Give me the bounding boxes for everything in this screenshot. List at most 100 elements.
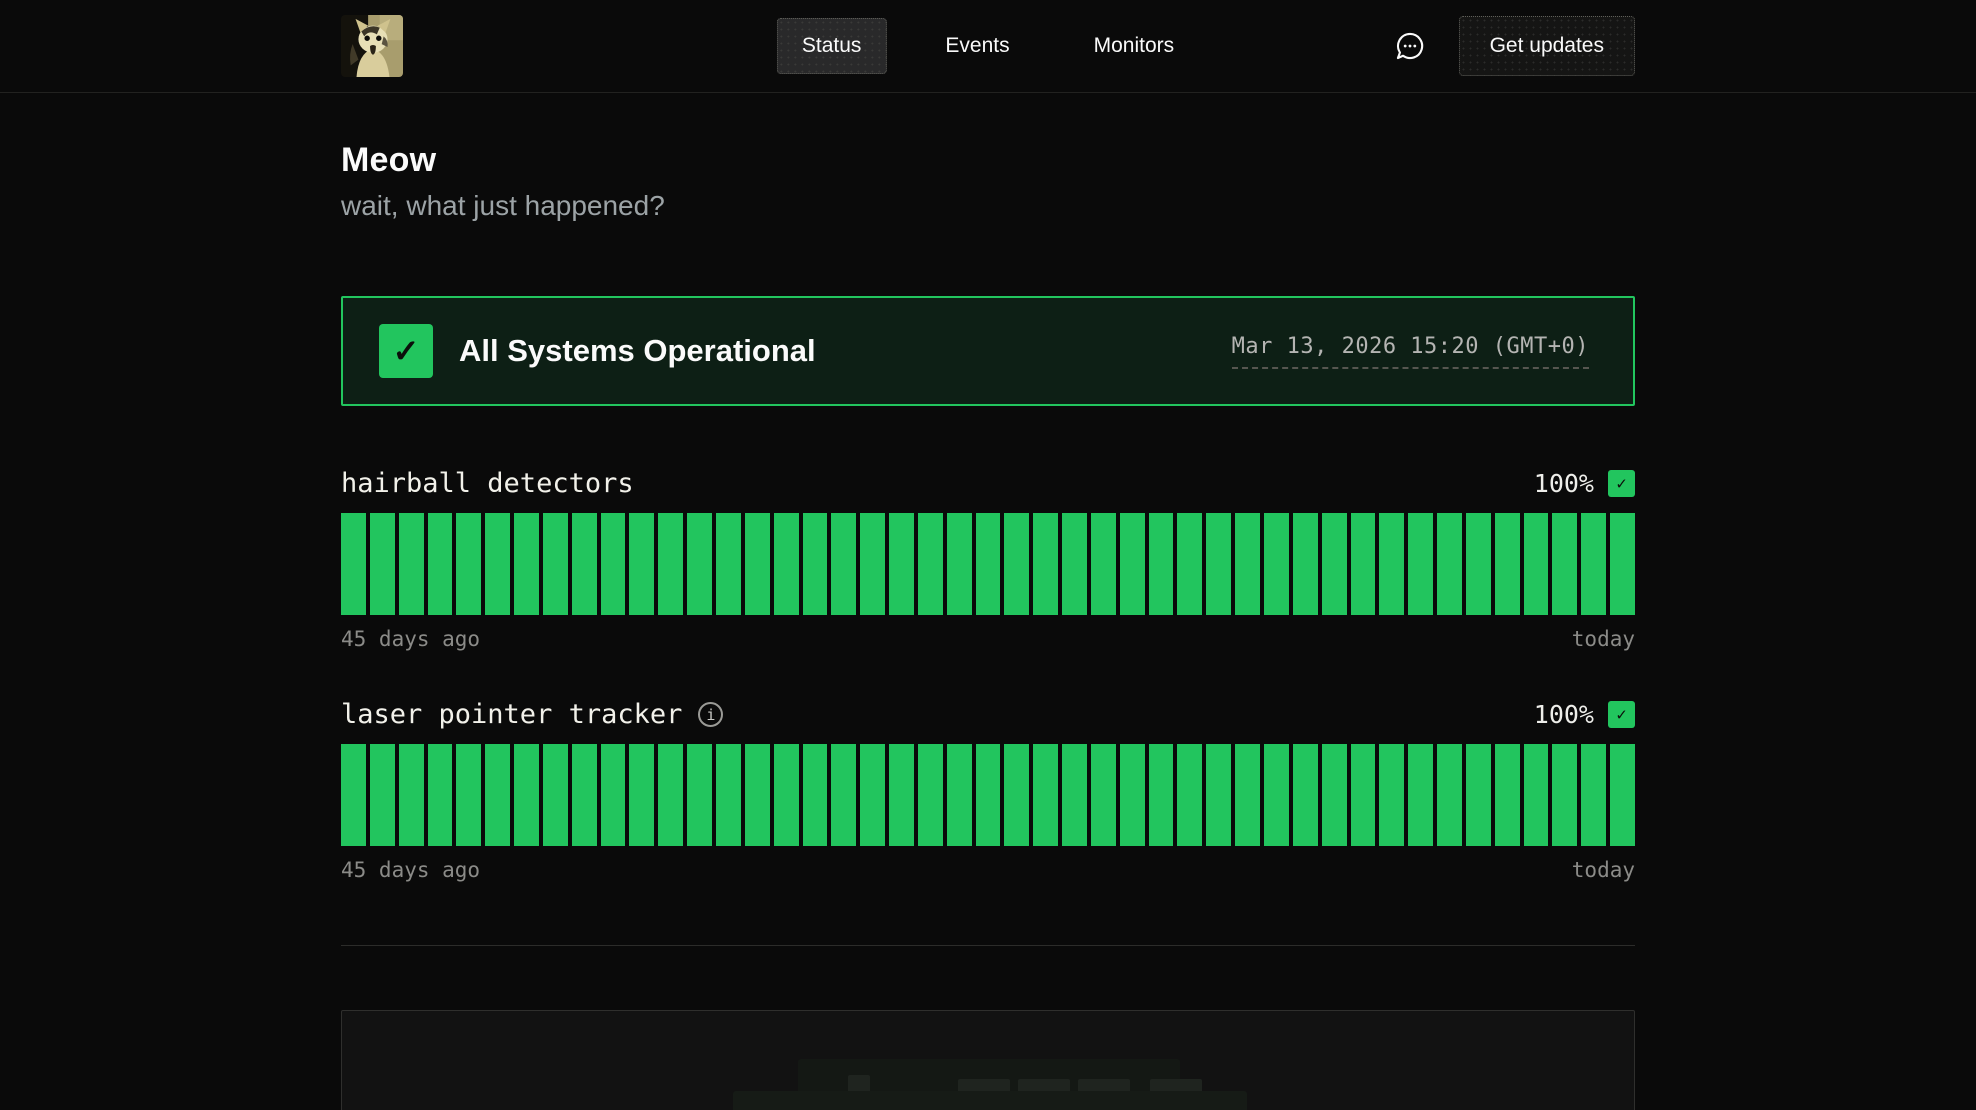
uptime-day-bar[interactable]	[1408, 744, 1433, 846]
uptime-day-bar[interactable]	[1610, 513, 1635, 615]
uptime-day-bar[interactable]	[803, 744, 828, 846]
uptime-day-bar[interactable]	[370, 513, 395, 615]
monitor-name: laser pointer tracker i	[341, 699, 723, 730]
uptime-day-bar[interactable]	[456, 513, 481, 615]
uptime-day-bar[interactable]	[428, 744, 453, 846]
uptime-day-bar[interactable]	[485, 744, 510, 846]
uptime-day-bar[interactable]	[341, 513, 366, 615]
uptime-day-bar[interactable]	[1293, 744, 1318, 846]
uptime-day-bar[interactable]	[514, 513, 539, 615]
uptime-day-bar[interactable]	[543, 744, 568, 846]
uptime-day-bar[interactable]	[1379, 513, 1404, 615]
uptime-day-bar[interactable]	[1062, 744, 1087, 846]
uptime-day-bar[interactable]	[831, 513, 856, 615]
uptime-day-bar[interactable]	[1062, 513, 1087, 615]
uptime-day-bar[interactable]	[1552, 513, 1577, 615]
get-updates-button[interactable]: Get updates	[1459, 16, 1635, 76]
uptime-day-bar[interactable]	[889, 513, 914, 615]
info-icon[interactable]: i	[698, 702, 723, 727]
uptime-day-bar[interactable]	[1149, 744, 1174, 846]
uptime-day-bar[interactable]	[1033, 513, 1058, 615]
uptime-day-bar[interactable]	[918, 513, 943, 615]
uptime-day-bar[interactable]	[1351, 744, 1376, 846]
uptime-day-bar[interactable]	[1004, 513, 1029, 615]
uptime-day-bar[interactable]	[399, 513, 424, 615]
uptime-day-bar[interactable]	[774, 513, 799, 615]
uptime-day-bar[interactable]	[1495, 513, 1520, 615]
uptime-day-bar[interactable]	[1149, 513, 1174, 615]
uptime-day-bar[interactable]	[1235, 513, 1260, 615]
uptime-day-bar[interactable]	[428, 513, 453, 615]
uptime-day-bar[interactable]	[341, 744, 366, 846]
uptime-day-bar[interactable]	[947, 744, 972, 846]
status-timestamp[interactable]: Mar 13, 2026 15:20 (GMT+0)	[1232, 334, 1589, 369]
uptime-day-bar[interactable]	[1379, 744, 1404, 846]
uptime-day-bar[interactable]	[370, 744, 395, 846]
uptime-day-bar[interactable]	[1408, 513, 1433, 615]
uptime-day-bar[interactable]	[1351, 513, 1376, 615]
uptime-day-bar[interactable]	[1091, 744, 1116, 846]
uptime-day-bar[interactable]	[976, 744, 1001, 846]
uptime-day-bar[interactable]	[601, 744, 626, 846]
uptime-day-bar[interactable]	[629, 744, 654, 846]
uptime-day-bar[interactable]	[1206, 513, 1231, 615]
tab-status[interactable]: Status	[777, 18, 887, 74]
uptime-day-bar[interactable]	[1466, 513, 1491, 615]
uptime-day-bar[interactable]	[1524, 513, 1549, 615]
uptime-day-bar[interactable]	[543, 513, 568, 615]
uptime-day-bar[interactable]	[1495, 744, 1520, 846]
tab-events[interactable]: Events	[920, 18, 1034, 74]
uptime-day-bar[interactable]	[1524, 744, 1549, 846]
uptime-day-bar[interactable]	[860, 744, 885, 846]
uptime-day-bar[interactable]	[889, 744, 914, 846]
uptime-day-bar[interactable]	[658, 744, 683, 846]
uptime-day-bar[interactable]	[1466, 744, 1491, 846]
uptime-day-bar[interactable]	[1581, 744, 1606, 846]
uptime-day-bar[interactable]	[658, 513, 683, 615]
uptime-day-bar[interactable]	[1264, 744, 1289, 846]
uptime-day-bar[interactable]	[1610, 744, 1635, 846]
uptime-day-bar[interactable]	[1206, 744, 1231, 846]
uptime-day-bar[interactable]	[716, 513, 741, 615]
uptime-day-bar[interactable]	[1004, 744, 1029, 846]
uptime-day-bar[interactable]	[1235, 744, 1260, 846]
uptime-day-bar[interactable]	[399, 744, 424, 846]
uptime-day-bar[interactable]	[456, 744, 481, 846]
uptime-day-bar[interactable]	[687, 744, 712, 846]
uptime-day-bar[interactable]	[1120, 513, 1145, 615]
uptime-day-bar[interactable]	[918, 744, 943, 846]
uptime-day-bar[interactable]	[976, 513, 1001, 615]
uptime-day-bar[interactable]	[687, 513, 712, 615]
uptime-day-bar[interactable]	[1581, 513, 1606, 615]
operational-check-icon: ✓	[379, 324, 433, 378]
uptime-day-bar[interactable]	[1033, 744, 1058, 846]
uptime-day-bar[interactable]	[1322, 513, 1347, 615]
uptime-day-bar[interactable]	[1091, 513, 1116, 615]
uptime-day-bar[interactable]	[629, 513, 654, 615]
uptime-day-bar[interactable]	[860, 513, 885, 615]
uptime-day-bar[interactable]	[1264, 513, 1289, 615]
feedback-chat-button[interactable]	[1389, 25, 1431, 67]
uptime-day-bar[interactable]	[1293, 513, 1318, 615]
uptime-day-bar[interactable]	[514, 744, 539, 846]
uptime-day-bar[interactable]	[745, 513, 770, 615]
uptime-day-bar[interactable]	[485, 513, 510, 615]
uptime-day-bar[interactable]	[716, 744, 741, 846]
uptime-day-bar[interactable]	[1437, 744, 1462, 846]
uptime-day-bar[interactable]	[1322, 744, 1347, 846]
uptime-day-bar[interactable]	[1437, 513, 1462, 615]
uptime-day-bar[interactable]	[572, 513, 597, 615]
uptime-day-bar[interactable]	[601, 513, 626, 615]
uptime-day-bar[interactable]	[745, 744, 770, 846]
uptime-day-bar[interactable]	[572, 744, 597, 846]
uptime-day-bar[interactable]	[831, 744, 856, 846]
site-logo-cat-image[interactable]	[341, 15, 403, 77]
uptime-day-bar[interactable]	[803, 513, 828, 615]
uptime-day-bar[interactable]	[1552, 744, 1577, 846]
uptime-day-bar[interactable]	[947, 513, 972, 615]
uptime-day-bar[interactable]	[1120, 744, 1145, 846]
tab-monitors[interactable]: Monitors	[1069, 18, 1200, 74]
uptime-day-bar[interactable]	[1177, 513, 1202, 615]
uptime-day-bar[interactable]	[1177, 744, 1202, 846]
uptime-day-bar[interactable]	[774, 744, 799, 846]
